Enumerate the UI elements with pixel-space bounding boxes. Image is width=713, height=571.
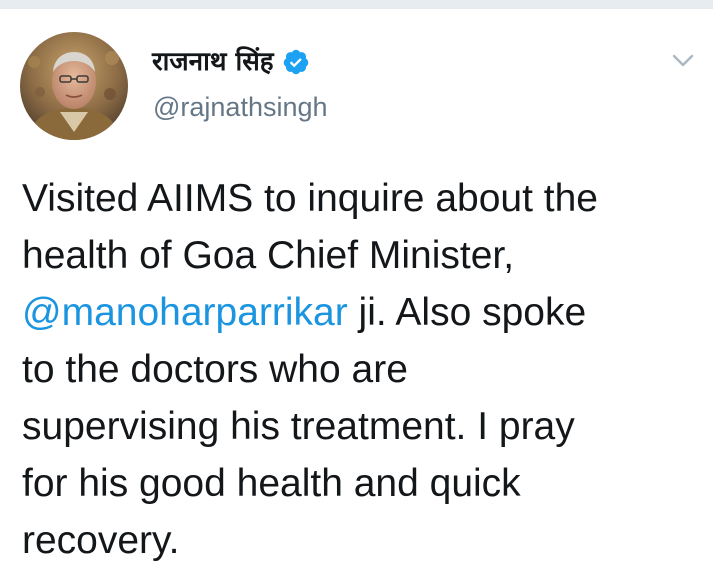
chevron-down-icon[interactable]: [671, 53, 695, 69]
tweet-line: Visited AIIMS to inquire about the: [22, 177, 598, 220]
tweet-line: @manoharparrikar ji. Also spoke: [22, 284, 702, 341]
verified-badge-icon: [282, 48, 310, 76]
tweet-line-text: ji. Also spoke: [347, 291, 587, 334]
author-display-name[interactable]: राजनाथ सिंह: [152, 44, 274, 80]
avatar[interactable]: [20, 32, 128, 140]
tweet-line: to the doctors who are: [22, 348, 408, 391]
author-name-row[interactable]: राजनाथ सिंह: [152, 44, 310, 80]
tweet-line: supervising his treatment. I pray: [22, 405, 575, 448]
profile-photo-icon: [20, 32, 128, 140]
tweet-text: Visited AIIMS to inquire about the healt…: [22, 170, 702, 569]
top-divider: [0, 0, 713, 9]
tweet-line: for his good health and quick: [22, 462, 521, 505]
tweet-line: health of Goa Chief Minister,: [22, 234, 515, 277]
tweet-line: recovery.: [22, 519, 180, 562]
author-handle[interactable]: @rajnathsingh: [153, 90, 328, 124]
mention-link[interactable]: @manoharparrikar: [22, 291, 348, 334]
